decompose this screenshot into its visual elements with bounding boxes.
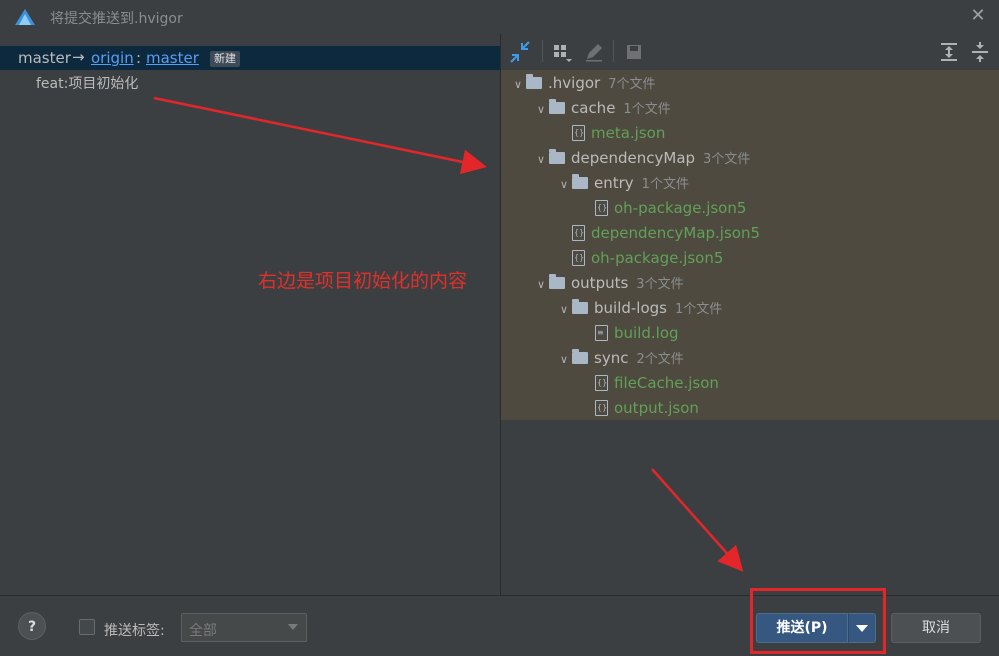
branch-separator: : (136, 49, 142, 67)
save-icon[interactable] (622, 40, 646, 64)
tree-folder[interactable]: ∨ outputs 3个文件 (533, 271, 684, 296)
json-file-icon (595, 375, 608, 391)
toolbar-separator (542, 40, 543, 62)
tree-item-name: build-logs (594, 299, 667, 317)
log-file-icon (595, 325, 608, 341)
expand-all-icon[interactable] (937, 40, 961, 64)
folder-icon (549, 99, 565, 114)
tree-item-name: dependencyMap (571, 149, 696, 167)
tree-file[interactable]: build.log (579, 321, 679, 346)
tree-folder[interactable]: ∨ dependencyMap 3个文件 (533, 146, 750, 171)
remote-link[interactable]: origin (91, 49, 134, 67)
push-tags-checkbox[interactable] (79, 619, 95, 635)
folder-icon (572, 349, 588, 364)
folder-icon (572, 299, 588, 314)
tags-select-value: 全部 (189, 623, 217, 639)
tree-item-name: dependencyMap.json5 (591, 224, 761, 242)
tree-item-name: fileCache.json (614, 374, 719, 392)
folder-icon (526, 74, 542, 89)
collapse-all-icon[interactable] (968, 40, 992, 64)
tree-file[interactable]: meta.json (556, 121, 665, 146)
chevron-down-icon[interactable]: ∨ (533, 272, 549, 297)
toolbar-separator (613, 40, 614, 62)
edit-icon[interactable] (582, 40, 606, 64)
tree-item-name: .hvigor (548, 74, 601, 92)
json-file-icon (572, 125, 585, 141)
json-file-icon (595, 400, 608, 416)
json-file-icon (572, 225, 585, 241)
chevron-down-icon[interactable]: ∨ (556, 297, 572, 322)
cancel-button[interactable]: 取消 (891, 613, 981, 643)
chevron-down-icon[interactable]: ∨ (556, 347, 572, 372)
target-branch-link[interactable]: master (146, 49, 199, 67)
chevron-down-icon (288, 624, 298, 630)
tree-item-name: outputs (571, 274, 629, 292)
tree-item-name: build.log (614, 324, 679, 342)
tree-folder[interactable]: ∨ sync 2个文件 (556, 346, 684, 371)
app-logo-icon (15, 9, 35, 25)
commits-panel (0, 34, 500, 595)
group-by-icon[interactable] (551, 40, 575, 64)
tree-file[interactable]: output.json (579, 396, 699, 421)
local-branch: master (18, 49, 71, 67)
chevron-down-icon[interactable]: ∨ (533, 147, 549, 172)
tree-file[interactable]: oh-package.json5 (579, 196, 746, 221)
commit-item[interactable]: feat:项目初始化 (36, 73, 138, 93)
tree-file[interactable]: fileCache.json (579, 371, 719, 396)
help-button[interactable]: ? (18, 612, 46, 640)
file-count: 2个文件 (636, 352, 684, 367)
folder-icon (572, 174, 588, 189)
tree-folder[interactable]: ∨ cache 1个文件 (533, 96, 671, 121)
push-tags-label: 推送标签: (104, 623, 165, 639)
tree-folder[interactable]: ∨ entry 1个文件 (556, 171, 689, 196)
folder-icon (549, 149, 565, 164)
arrow-to-push (651, 468, 744, 572)
tree-item-name: entry (594, 174, 634, 192)
highlight-box (750, 588, 886, 654)
changes-toolbar (501, 34, 999, 70)
tree-file[interactable]: oh-package.json5 (556, 246, 723, 271)
tree-folder[interactable]: ∨ .hvigor 7个文件 (510, 71, 655, 96)
chevron-down-icon[interactable]: ∨ (556, 172, 572, 197)
window-title: 将提交推送到.hvigor (50, 11, 183, 27)
file-count: 3个文件 (636, 277, 684, 292)
file-count: 3个文件 (703, 152, 751, 167)
tree-file[interactable]: dependencyMap.json5 (556, 221, 760, 246)
chevron-down-icon[interactable]: ∨ (510, 72, 526, 97)
json-file-icon (595, 200, 608, 216)
file-count: 1个文件 (674, 302, 723, 317)
file-count: 1个文件 (623, 102, 671, 117)
tree-item-name: sync (594, 349, 629, 367)
tree-item-name: meta.json (591, 124, 666, 142)
tree-item-name: oh-package.json5 (614, 199, 747, 217)
file-count: 1个文件 (641, 177, 689, 192)
tree-item-name: oh-package.json5 (591, 249, 724, 267)
arrow-icon: → (72, 48, 85, 66)
tree-item-name: output.json (614, 399, 699, 417)
close-icon[interactable]: ✕ (968, 6, 988, 26)
annotation-text: 右边是项目初始化的内容 (258, 270, 468, 292)
folder-icon (549, 274, 565, 289)
tree-folder[interactable]: ∨ build-logs 1个文件 (556, 296, 722, 321)
json-file-icon (572, 250, 585, 266)
tree-item-name: cache (571, 99, 616, 117)
chevron-down-icon[interactable]: ∨ (533, 97, 549, 122)
new-badge: 新建 (210, 51, 240, 67)
expand-changes-icon[interactable] (508, 40, 532, 64)
file-count: 7个文件 (608, 77, 656, 92)
